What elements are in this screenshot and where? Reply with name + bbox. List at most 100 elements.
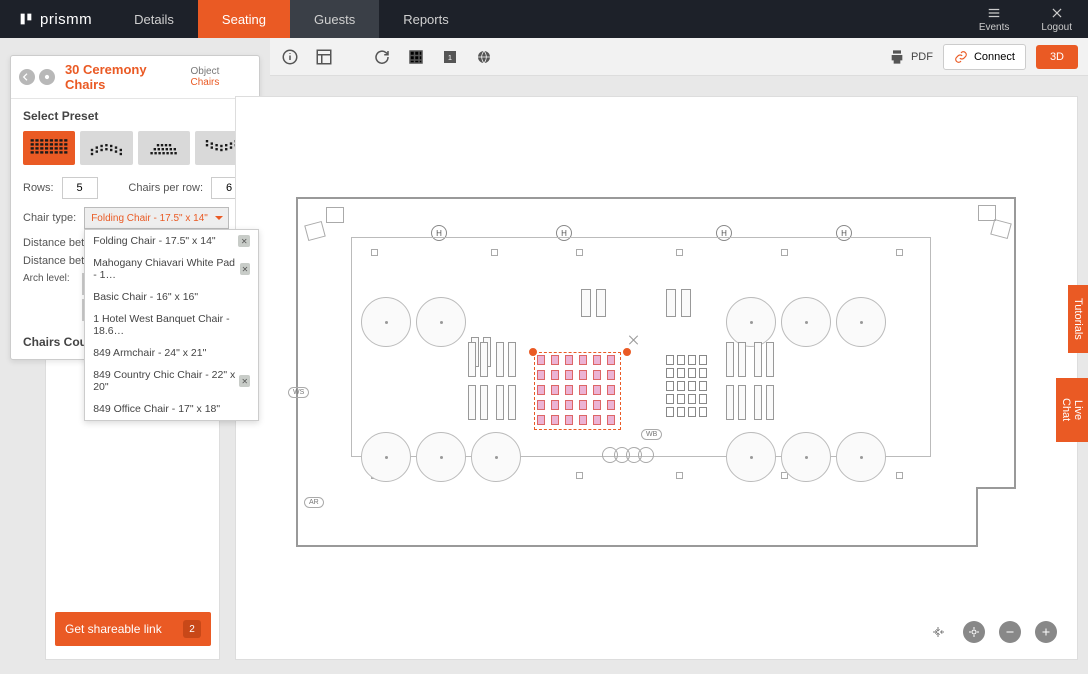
furniture[interactable] bbox=[496, 342, 504, 377]
chair-type-dropdown: Folding Chair - 17.5" x 14"✕ Mahogany Ch… bbox=[84, 229, 259, 421]
furniture[interactable] bbox=[468, 342, 476, 377]
connect-label: Connect bbox=[974, 51, 1015, 63]
share-badge: 2 bbox=[183, 620, 201, 638]
nav-back-button[interactable] bbox=[19, 69, 35, 85]
preset-arc-down[interactable] bbox=[80, 131, 132, 165]
close-icon bbox=[1049, 6, 1065, 20]
rows-input[interactable] bbox=[62, 177, 98, 199]
logo-icon bbox=[18, 11, 34, 27]
round-table[interactable] bbox=[781, 297, 831, 347]
main-tabs: Details Seating Guests Reports bbox=[110, 0, 473, 38]
wb-label: WB bbox=[641, 429, 662, 440]
furniture[interactable] bbox=[508, 385, 516, 420]
globe-icon[interactable] bbox=[474, 47, 494, 67]
dropdown-option[interactable]: 849 Armchair - 24" x 21" bbox=[85, 342, 258, 364]
canvas-toolbar: 1 PDF Connect 3D bbox=[270, 38, 1088, 76]
ws-label: WS bbox=[288, 387, 309, 398]
tutorials-tab[interactable]: Tutorials bbox=[1068, 285, 1088, 353]
round-table[interactable] bbox=[781, 432, 831, 482]
chair-type-select[interactable]: Folding Chair - 17.5" x 14" bbox=[84, 207, 229, 229]
furniture[interactable] bbox=[754, 342, 762, 377]
events-button[interactable]: Events bbox=[963, 0, 1026, 38]
preset-row bbox=[23, 131, 247, 165]
print-icon bbox=[889, 49, 905, 65]
refresh-icon[interactable] bbox=[372, 47, 392, 67]
share-link-button[interactable]: Get shareable link 2 bbox=[55, 612, 211, 646]
tab-guests[interactable]: Guests bbox=[290, 0, 379, 38]
dropdown-option[interactable]: 1 Hotel West Banquet Chair - 18.6… bbox=[85, 308, 258, 342]
dropdown-option[interactable]: Folding Chair - 17.5" x 14"✕ bbox=[85, 230, 258, 252]
layout-icon[interactable] bbox=[314, 47, 334, 67]
ring-group[interactable] bbox=[606, 447, 654, 463]
nav-home-button[interactable] bbox=[39, 69, 55, 85]
round-table[interactable] bbox=[416, 432, 466, 482]
furniture[interactable] bbox=[726, 342, 734, 377]
tab-details[interactable]: Details bbox=[110, 0, 198, 38]
3d-button[interactable]: 3D bbox=[1036, 45, 1078, 69]
preset-cluster[interactable] bbox=[138, 131, 190, 165]
live-chat-tab[interactable]: Live Chat bbox=[1056, 378, 1088, 442]
ceiling-fan-icon bbox=[626, 327, 640, 341]
floor-icon[interactable]: 1 bbox=[440, 47, 460, 67]
chair-group[interactable] bbox=[666, 355, 707, 417]
selection-handle[interactable] bbox=[528, 347, 538, 357]
round-table[interactable] bbox=[726, 432, 776, 482]
center-tool[interactable] bbox=[963, 621, 985, 643]
logout-button[interactable]: Logout bbox=[1025, 0, 1088, 38]
pdf-label: PDF bbox=[911, 51, 933, 63]
round-table[interactable] bbox=[416, 297, 466, 347]
dropdown-option[interactable]: 849 Office Chair - 17" x 18" bbox=[85, 398, 258, 420]
selection-handle[interactable] bbox=[622, 347, 632, 357]
floorplan[interactable]: H H H H bbox=[296, 197, 1016, 547]
furniture[interactable] bbox=[508, 342, 516, 377]
round-table[interactable] bbox=[726, 297, 776, 347]
round-table[interactable] bbox=[836, 297, 886, 347]
furniture[interactable] bbox=[754, 385, 762, 420]
pdf-button[interactable]: PDF bbox=[889, 49, 933, 65]
zoom-out-button[interactable] bbox=[999, 621, 1021, 643]
panel-header: 30 Ceremony Chairs Object Chairs bbox=[11, 56, 259, 99]
furniture[interactable] bbox=[666, 289, 676, 317]
info-icon[interactable] bbox=[280, 47, 300, 67]
share-label: Get shareable link bbox=[65, 622, 162, 636]
furniture[interactable] bbox=[766, 385, 774, 420]
app-header: prismm Details Seating Guests Reports Ev… bbox=[0, 0, 1088, 38]
furniture[interactable] bbox=[468, 385, 476, 420]
round-table[interactable] bbox=[361, 432, 411, 482]
dropdown-option[interactable]: 849 Country Chic Chair - 22" x 20"✕ bbox=[85, 364, 258, 398]
svg-text:1: 1 bbox=[448, 53, 452, 62]
grid-icon[interactable] bbox=[406, 47, 426, 67]
selected-chair-group[interactable] bbox=[534, 352, 621, 430]
object-label: Object bbox=[190, 66, 219, 77]
dropdown-option[interactable]: Basic Chair - 16" x 16" bbox=[85, 286, 258, 308]
select-preset-label: Select Preset bbox=[23, 109, 247, 123]
furniture[interactable] bbox=[726, 385, 734, 420]
tab-reports[interactable]: Reports bbox=[379, 0, 473, 38]
canvas[interactable]: H H H H bbox=[235, 96, 1078, 660]
chairs-link[interactable]: Chairs bbox=[190, 77, 219, 88]
furniture[interactable] bbox=[480, 385, 488, 420]
furniture[interactable] bbox=[496, 385, 504, 420]
preset-grid[interactable] bbox=[23, 131, 75, 165]
fixture bbox=[896, 472, 903, 479]
link-icon bbox=[954, 50, 968, 64]
zoom-in-button[interactable] bbox=[1035, 621, 1057, 643]
furniture[interactable] bbox=[738, 385, 746, 420]
chairs-per-row-label: Chairs per row: bbox=[128, 182, 203, 194]
dropdown-option[interactable]: Mahogany Chiavari White Pad - 1…✕ bbox=[85, 252, 258, 286]
furniture[interactable] bbox=[681, 289, 691, 317]
logo: prismm bbox=[0, 11, 110, 28]
furniture[interactable] bbox=[596, 289, 606, 317]
furniture[interactable] bbox=[738, 342, 746, 377]
pan-tool[interactable] bbox=[927, 621, 949, 643]
round-table[interactable] bbox=[471, 432, 521, 482]
furniture[interactable] bbox=[581, 289, 591, 317]
furniture[interactable] bbox=[480, 342, 488, 377]
connect-button[interactable]: Connect bbox=[943, 44, 1026, 70]
round-table[interactable] bbox=[836, 432, 886, 482]
tab-seating[interactable]: Seating bbox=[198, 0, 290, 38]
furniture[interactable] bbox=[766, 342, 774, 377]
round-table[interactable] bbox=[361, 297, 411, 347]
fixture bbox=[676, 472, 683, 479]
brand-text: prismm bbox=[40, 11, 92, 28]
